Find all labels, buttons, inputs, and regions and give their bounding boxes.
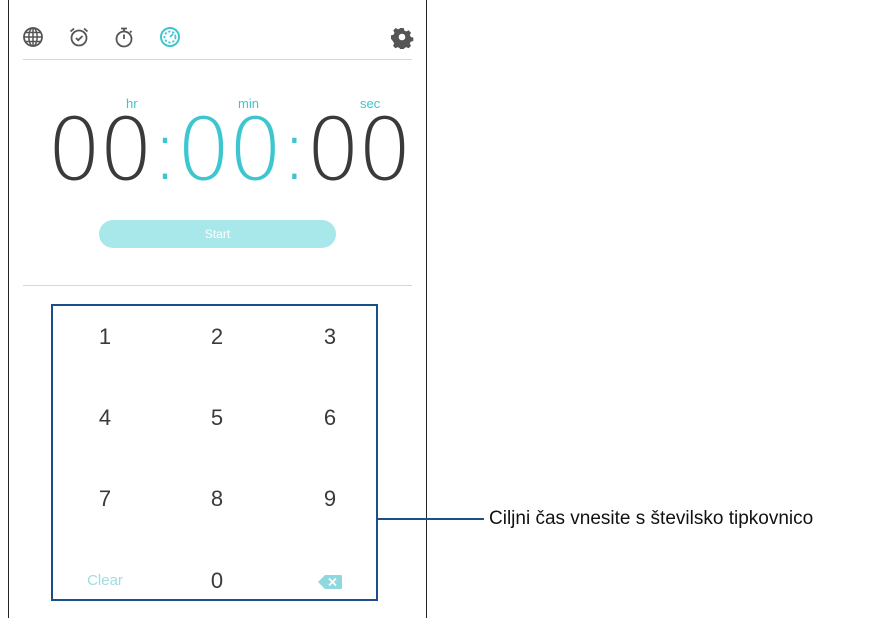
minutes-value[interactable]: 00 (176, 100, 282, 200)
stopwatch-icon[interactable] (112, 25, 136, 49)
separator: : (150, 100, 179, 200)
time-display[interactable]: 00:00:00 (47, 100, 412, 200)
callout-line (378, 518, 484, 520)
timer-icon[interactable] (158, 25, 182, 49)
seconds-value[interactable]: 00 (306, 100, 412, 200)
alarm-clock-icon[interactable] (67, 25, 91, 49)
callout-label: Ciljni čas vnesite s številsko tipkovnic… (489, 508, 814, 529)
separator: : (279, 100, 309, 200)
keypad-highlight-box (51, 304, 378, 601)
globe-icon[interactable] (21, 25, 45, 49)
divider (23, 59, 412, 60)
hours-value[interactable]: 00 (47, 100, 153, 200)
gear-icon[interactable] (390, 25, 414, 49)
tab-bar (9, 0, 426, 60)
start-button[interactable]: Start (99, 220, 336, 248)
divider (23, 285, 412, 286)
